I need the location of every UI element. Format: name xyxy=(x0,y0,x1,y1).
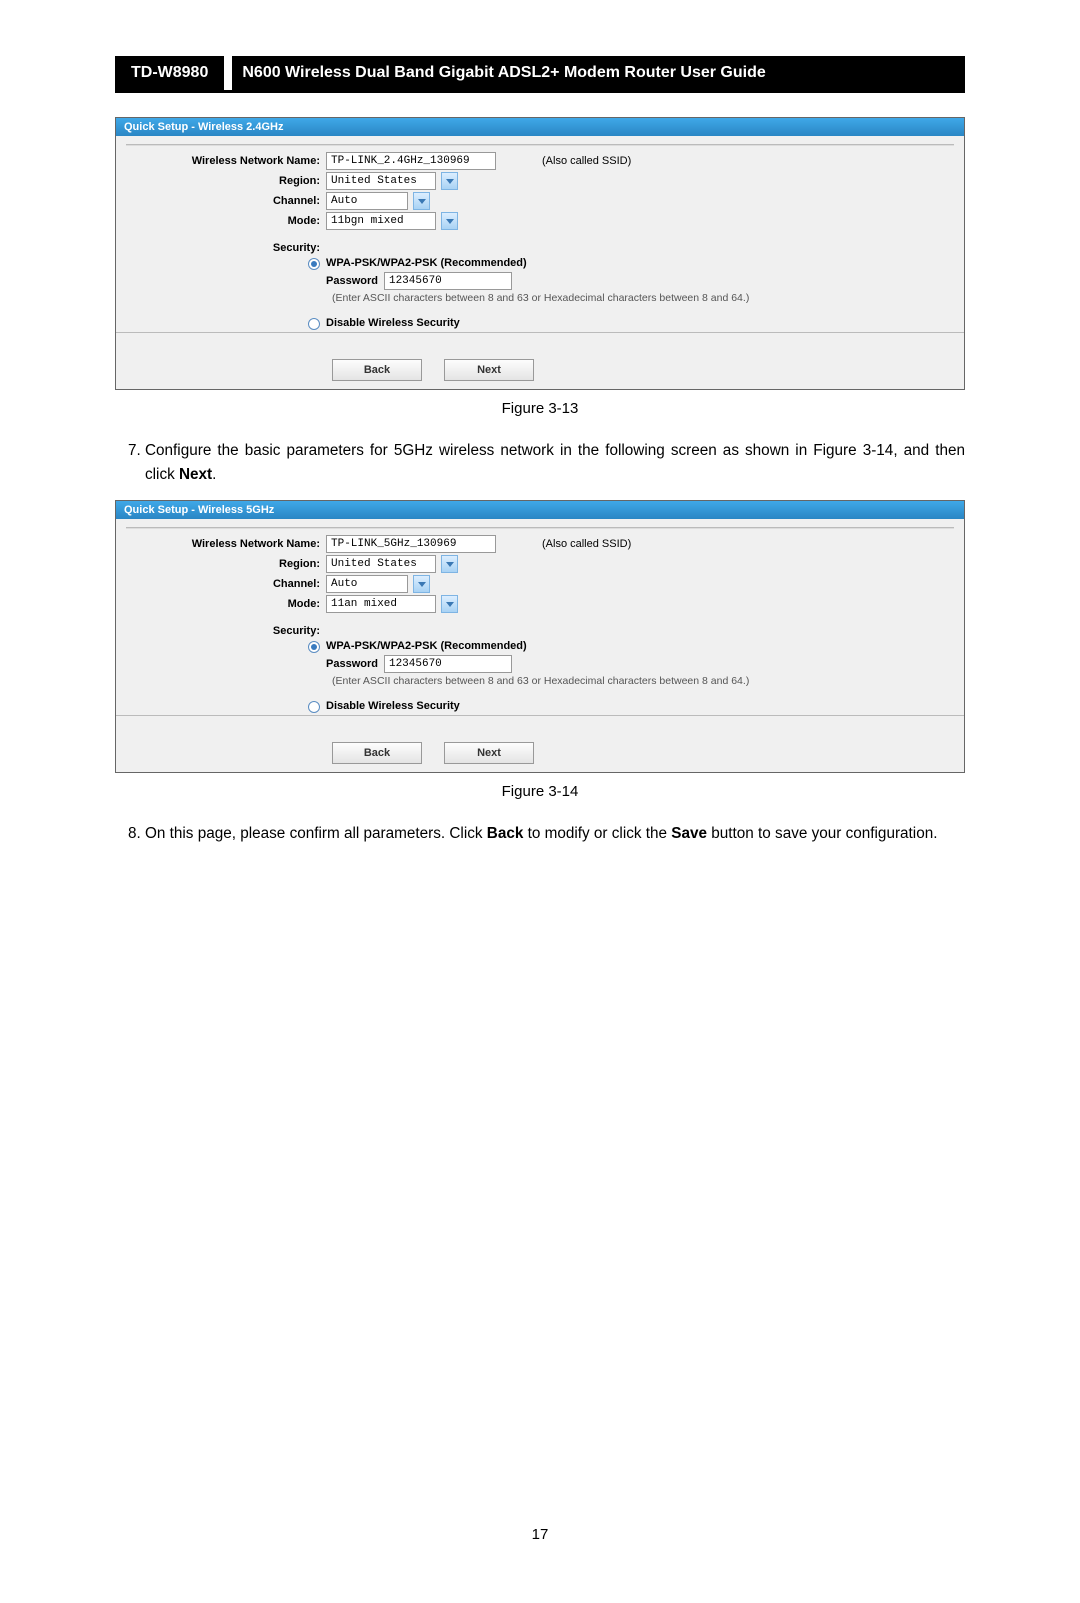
step-8: On this page, please confirm all paramet… xyxy=(145,822,965,846)
mode-select-24[interactable] xyxy=(326,212,436,230)
radio-disable-24[interactable] xyxy=(308,318,320,330)
model-badge: TD-W8980 xyxy=(115,56,224,90)
label-mode: Mode: xyxy=(126,215,326,227)
disable-label: Disable Wireless Security xyxy=(326,700,460,712)
label-security: Security: xyxy=(126,625,326,637)
password-input-24[interactable] xyxy=(384,272,512,290)
region-select-24[interactable] xyxy=(326,172,436,190)
figure-caption-313: Figure 3-13 xyxy=(115,400,965,417)
chevron-down-icon[interactable] xyxy=(441,555,458,573)
wnn-input-5[interactable] xyxy=(326,535,496,553)
doc-title: N600 Wireless Dual Band Gigabit ADSL2+ M… xyxy=(224,56,965,90)
wnn-input-24[interactable] xyxy=(326,152,496,170)
disable-label: Disable Wireless Security xyxy=(326,317,460,329)
label-wnn: Wireless Network Name: xyxy=(126,538,326,550)
panel-header-24ghz: Quick Setup - Wireless 2.4GHz xyxy=(116,118,964,136)
panel-wireless-5ghz: Quick Setup - Wireless 5GHz Wireless Net… xyxy=(115,500,965,773)
ssid-note: (Also called SSID) xyxy=(542,538,631,550)
label-mode: Mode: xyxy=(126,598,326,610)
channel-select-24[interactable] xyxy=(326,192,408,210)
page-number: 17 xyxy=(115,1526,965,1543)
back-button[interactable]: Back xyxy=(332,742,422,764)
chevron-down-icon[interactable] xyxy=(441,212,458,230)
label-channel: Channel: xyxy=(126,578,326,590)
radio-disable-5[interactable] xyxy=(308,701,320,713)
chevron-down-icon[interactable] xyxy=(441,595,458,613)
mode-select-5[interactable] xyxy=(326,595,436,613)
chevron-down-icon[interactable] xyxy=(441,172,458,190)
next-button[interactable]: Next xyxy=(444,742,534,764)
password-hint: (Enter ASCII characters between 8 and 63… xyxy=(332,675,954,687)
label-region: Region: xyxy=(126,558,326,570)
next-button[interactable]: Next xyxy=(444,359,534,381)
step-7: Configure the basic parameters for 5GHz … xyxy=(145,439,965,486)
radio-wpa-24[interactable] xyxy=(308,258,320,270)
back-button[interactable]: Back xyxy=(332,359,422,381)
label-security: Security: xyxy=(126,242,326,254)
wpa-label: WPA-PSK/WPA2-PSK (Recommended) xyxy=(326,257,527,269)
ssid-note: (Also called SSID) xyxy=(542,155,631,167)
label-wnn: Wireless Network Name: xyxy=(126,155,326,167)
password-hint: (Enter ASCII characters between 8 and 63… xyxy=(332,292,954,304)
figure-caption-314: Figure 3-14 xyxy=(115,783,965,800)
chevron-down-icon[interactable] xyxy=(413,575,430,593)
label-region: Region: xyxy=(126,175,326,187)
label-channel: Channel: xyxy=(126,195,326,207)
region-select-5[interactable] xyxy=(326,555,436,573)
chevron-down-icon[interactable] xyxy=(413,192,430,210)
password-input-5[interactable] xyxy=(384,655,512,673)
doc-header: TD-W8980 N600 Wireless Dual Band Gigabit… xyxy=(115,40,965,93)
password-label: Password xyxy=(326,658,378,670)
panel-header-5ghz: Quick Setup - Wireless 5GHz xyxy=(116,501,964,519)
password-label: Password xyxy=(326,275,378,287)
channel-select-5[interactable] xyxy=(326,575,408,593)
wpa-label: WPA-PSK/WPA2-PSK (Recommended) xyxy=(326,640,527,652)
radio-wpa-5[interactable] xyxy=(308,641,320,653)
panel-wireless-24ghz: Quick Setup - Wireless 2.4GHz Wireless N… xyxy=(115,117,965,390)
